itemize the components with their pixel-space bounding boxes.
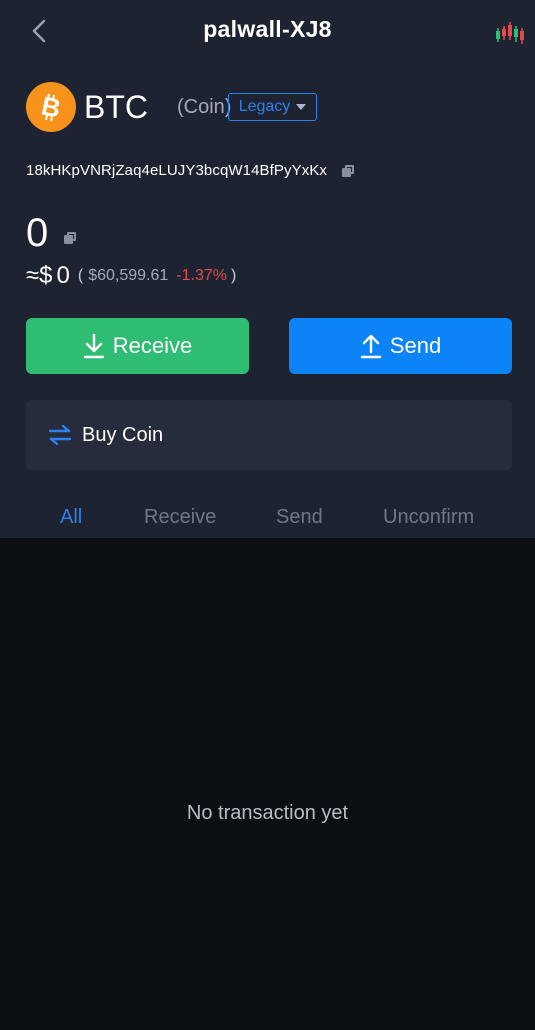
wallet-address: 18kHKpVNRjZaq4eLUJY3bcqW14BfPyYxKx [26, 162, 328, 179]
tab-receive[interactable]: Receive [144, 506, 216, 529]
receive-button-label: Receive [112, 333, 193, 358]
coin-symbol: BTC [84, 89, 148, 125]
coin-price: $60,599.61 [88, 267, 169, 284]
fiat-balance: 0 [56, 262, 70, 289]
caret-down-icon [296, 104, 307, 110]
tab-all[interactable]: All [60, 506, 82, 529]
price-change: -1.37% [176, 267, 227, 284]
buy-coin-button[interactable]: Buy Coin [26, 400, 512, 470]
address-type-label: Legacy [238, 98, 291, 115]
wallet-header-panel: palwall-XJ8 B BTC (Coin) Legacy 18kHKpVN… [0, 0, 535, 538]
buy-coin-label: Buy Coin [82, 423, 164, 446]
transaction-filter-tabs: All Receive Send Unconfirm [0, 500, 535, 536]
app-header: palwall-XJ8 [0, 0, 535, 64]
market-chart-button[interactable] [494, 18, 526, 46]
upload-icon [360, 334, 381, 359]
price-close-paren: ) [231, 267, 237, 284]
bitcoin-symbol-icon: B [39, 92, 64, 122]
empty-transactions-message: No transaction yet [186, 802, 349, 824]
copy-address-icon[interactable] [342, 165, 354, 177]
price-open-paren: ( [77, 267, 84, 284]
coin-type: (Coin) [177, 96, 232, 118]
candlestick-chart-icon [496, 22, 524, 44]
send-button[interactable]: Send [289, 318, 512, 374]
tab-unconfirm[interactable]: Unconfirm [383, 506, 474, 529]
send-button-label: Send [389, 333, 442, 358]
address-type-dropdown[interactable]: Legacy [228, 93, 317, 121]
fiat-approx-symbol: ≈$ [26, 262, 53, 289]
wallet-title: palwall-XJ8 [203, 16, 332, 42]
receive-button[interactable]: Receive [26, 318, 249, 374]
coin-info-row: B BTC (Coin) Legacy [26, 82, 506, 132]
tab-send[interactable]: Send [276, 506, 323, 529]
coin-balance: 0 [26, 211, 49, 255]
swap-arrows-icon [48, 424, 72, 446]
download-icon [83, 333, 104, 359]
bitcoin-logo-icon: B [26, 82, 76, 132]
fiat-balance-row: ≈$ 0 ( $60,599.61 -1.37% ) [26, 262, 506, 290]
copy-balance-icon[interactable] [64, 232, 76, 244]
